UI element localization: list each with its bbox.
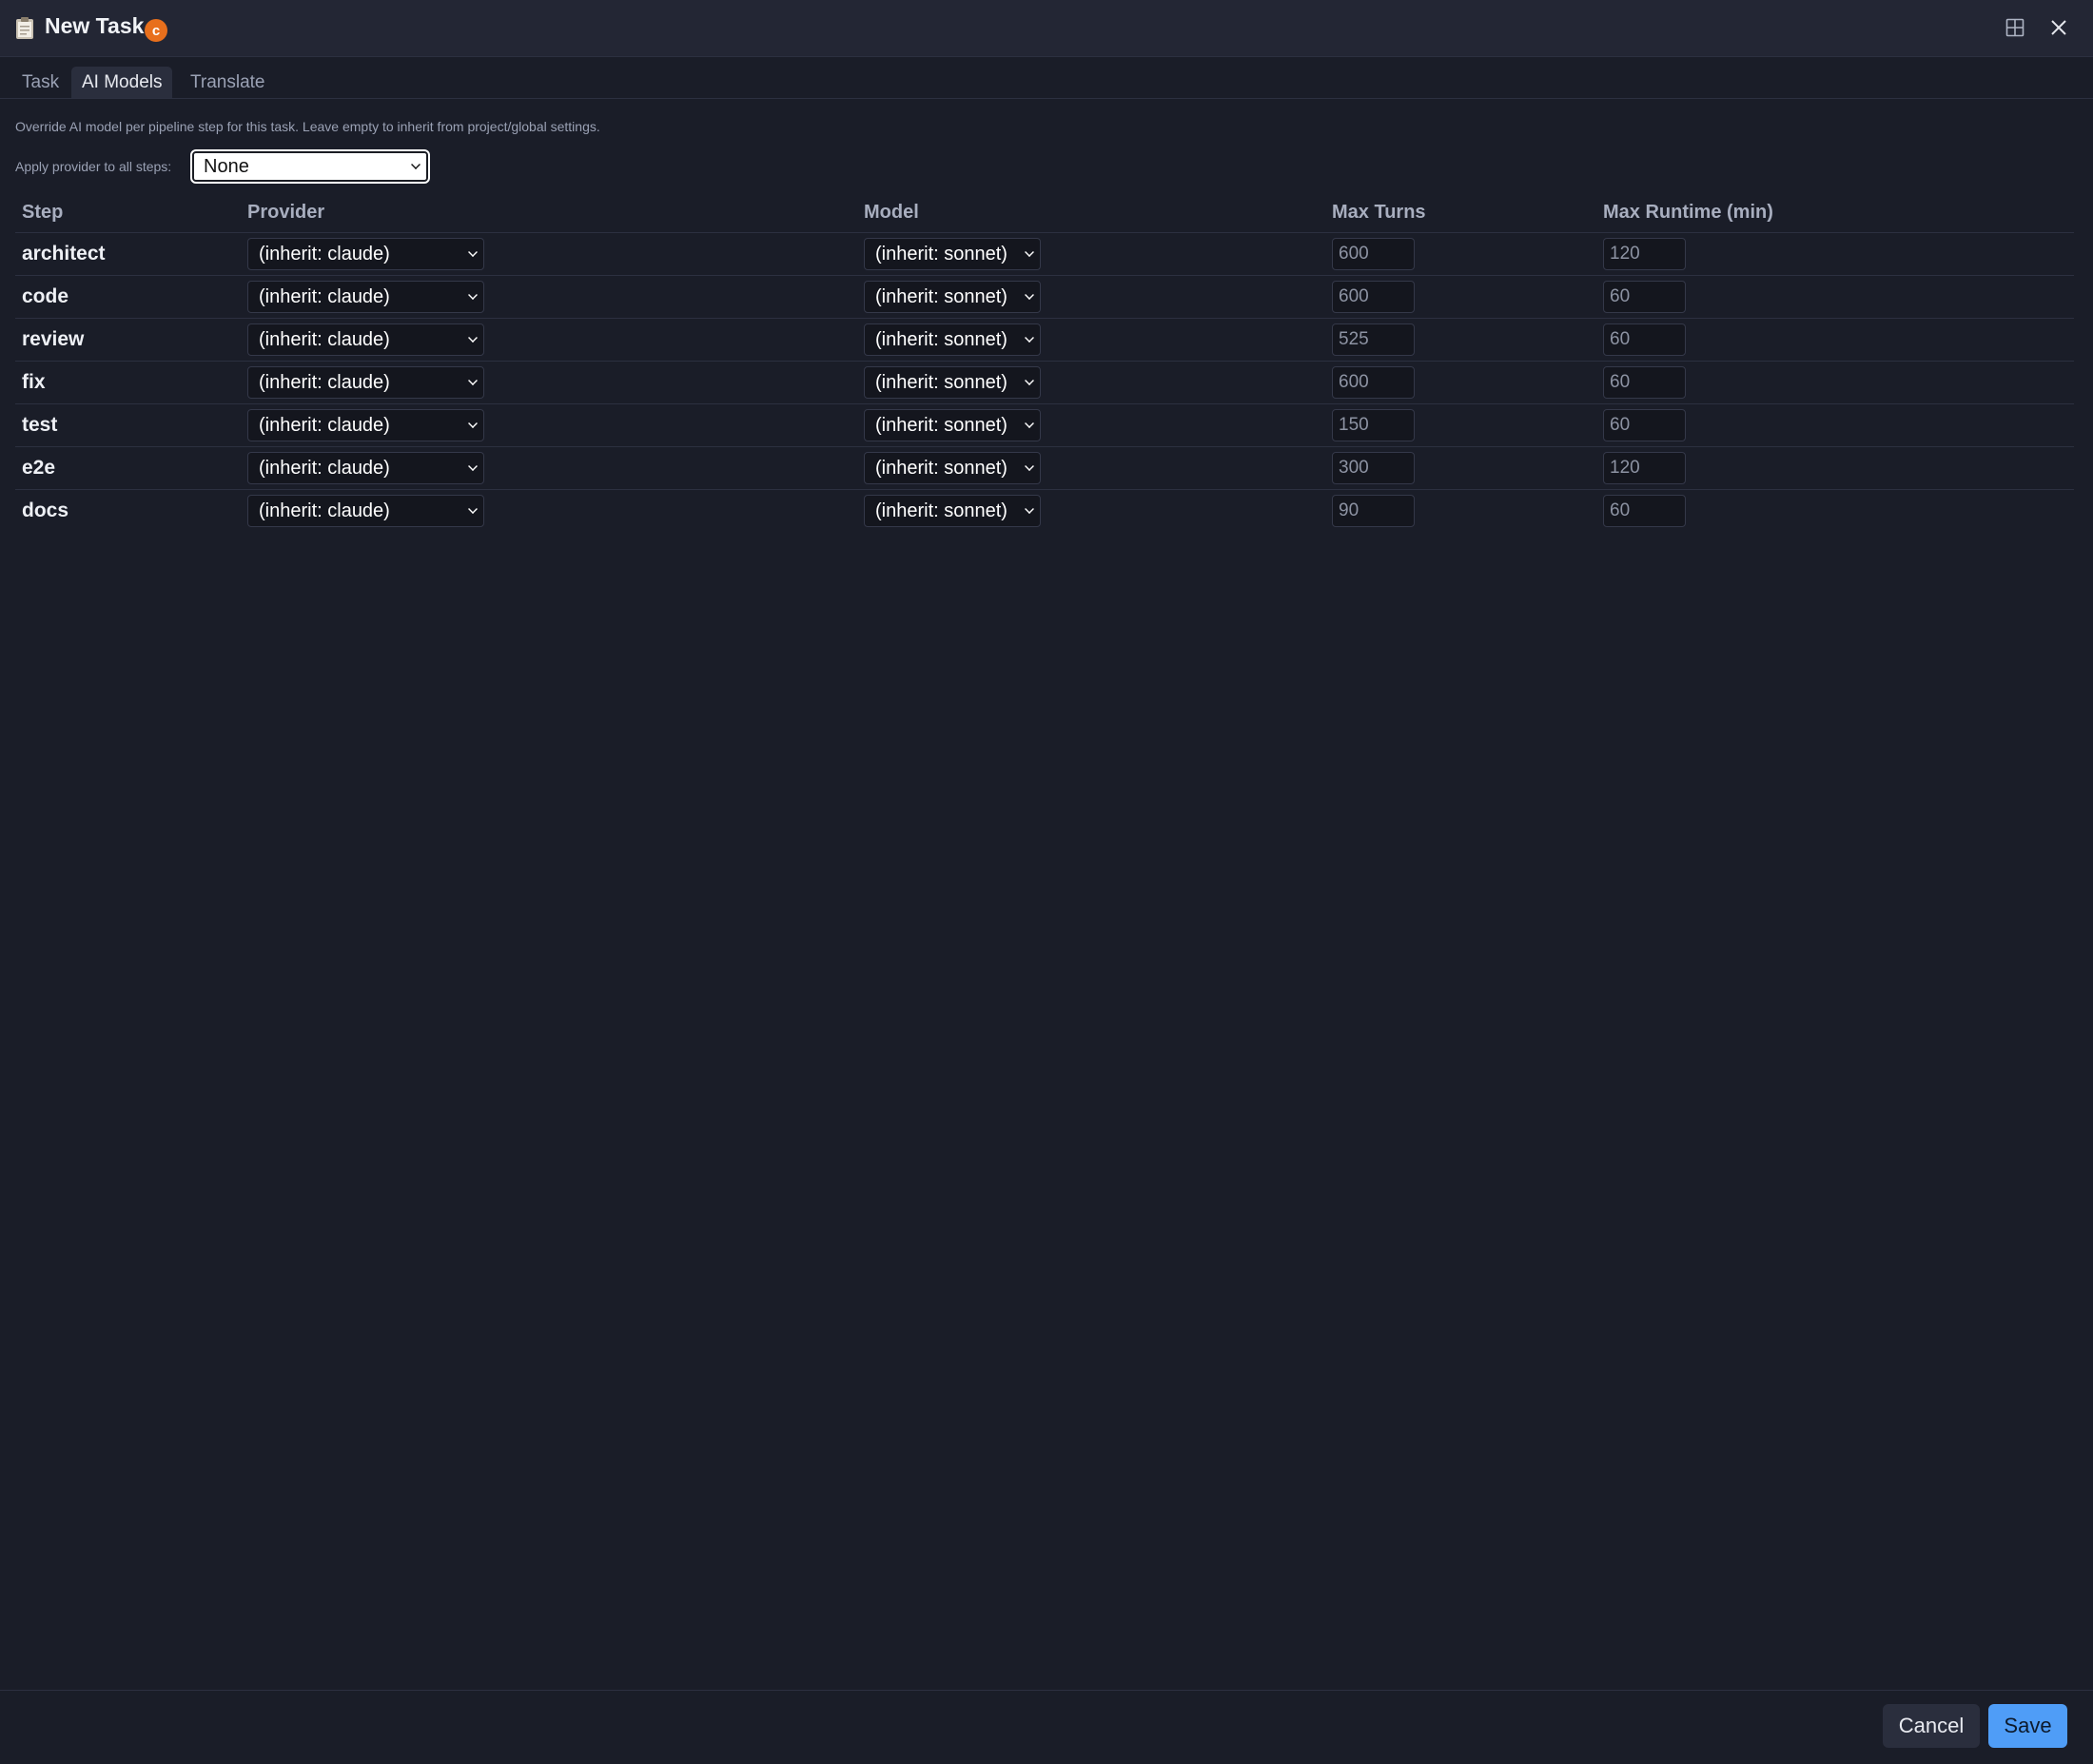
chevron-down-icon [1025, 418, 1034, 428]
model-value: (inherit: sonnet) [875, 328, 1007, 350]
chevron-down-icon [411, 160, 421, 169]
task-badge: c [145, 19, 167, 42]
tab-bar: Task AI Models Translate [0, 58, 2093, 99]
clipboard-icon [15, 16, 34, 40]
model-select[interactable]: (inherit: sonnet) [864, 408, 1041, 441]
close-button[interactable] [2042, 13, 2076, 46]
model-select[interactable]: (inherit: sonnet) [864, 494, 1041, 527]
model-select[interactable]: (inherit: sonnet) [864, 451, 1041, 484]
model-value: (inherit: sonnet) [875, 243, 1007, 265]
chevron-down-icon [1025, 289, 1034, 300]
provider-select[interactable]: (inherit: claude) [247, 280, 484, 313]
column-header-step: Step [15, 194, 241, 233]
model-value: (inherit: sonnet) [875, 371, 1007, 393]
step-name: e2e [22, 456, 56, 479]
chevron-down-icon [1025, 503, 1034, 514]
chevron-down-icon [1025, 332, 1034, 343]
chevron-down-icon [1025, 461, 1034, 471]
table-row: review (inherit: claude) (inherit: sonne… [15, 318, 2074, 362]
max-runtime-input[interactable]: 120 [1603, 237, 1686, 270]
table-row: docs (inherit: claude) (inherit: sonnet)… [15, 489, 2074, 532]
table-row: test (inherit: claude) (inherit: sonnet)… [15, 403, 2074, 447]
tab-ai-models[interactable]: AI Models [71, 67, 173, 98]
max-turns-input[interactable]: 150 [1332, 408, 1415, 441]
chevron-down-icon [468, 461, 478, 471]
max-runtime-input[interactable]: 60 [1603, 408, 1686, 441]
model-value: (inherit: sonnet) [875, 500, 1007, 521]
chevron-down-icon [468, 332, 478, 343]
provider-select[interactable]: (inherit: claude) [247, 494, 484, 527]
model-select[interactable]: (inherit: sonnet) [864, 365, 1041, 399]
provider-value: (inherit: claude) [259, 500, 390, 521]
override-hint: Override AI model per pipeline step for … [15, 119, 600, 134]
chevron-down-icon [1025, 246, 1034, 257]
layout-grid-icon [2005, 18, 2025, 42]
chevron-down-icon [468, 289, 478, 300]
provider-value: (inherit: claude) [259, 243, 390, 265]
model-value: (inherit: sonnet) [875, 285, 1007, 307]
column-header-model: Model [857, 194, 1325, 233]
max-turns-input[interactable]: 525 [1332, 323, 1415, 356]
window-title: New Task [45, 13, 145, 38]
table-header-row: Step Provider Model Max Turns Max Runtim… [15, 194, 2074, 233]
max-runtime-input[interactable]: 60 [1603, 365, 1686, 399]
dialog-footer: Cancel Save [0, 1690, 2093, 1764]
chevron-down-icon [468, 503, 478, 514]
provider-value: (inherit: claude) [259, 371, 390, 393]
model-value: (inherit: sonnet) [875, 414, 1007, 436]
close-icon [2050, 19, 2067, 41]
table-row: fix (inherit: claude) (inherit: sonnet) … [15, 361, 2074, 404]
chevron-down-icon [468, 375, 478, 385]
chevron-down-icon [1025, 375, 1034, 385]
model-value: (inherit: sonnet) [875, 457, 1007, 479]
column-header-provider: Provider [241, 194, 857, 233]
column-header-max-runtime: Max Runtime (min) [1596, 194, 2074, 233]
provider-select[interactable]: (inherit: claude) [247, 237, 484, 270]
max-turns-input[interactable]: 600 [1332, 237, 1415, 270]
step-name: review [22, 327, 85, 350]
cancel-button[interactable]: Cancel [1883, 1704, 1980, 1748]
step-name: architect [22, 242, 106, 265]
provider-select[interactable]: (inherit: claude) [247, 365, 484, 399]
provider-select[interactable]: (inherit: claude) [247, 323, 484, 356]
step-models-table: Step Provider Model Max Turns Max Runtim… [15, 194, 2074, 532]
tab-translate[interactable]: Translate [180, 67, 276, 98]
model-select[interactable]: (inherit: sonnet) [864, 280, 1041, 313]
provider-select[interactable]: (inherit: claude) [247, 408, 484, 441]
provider-value: (inherit: claude) [259, 285, 390, 307]
table-row: code (inherit: claude) (inherit: sonnet)… [15, 275, 2074, 319]
chevron-down-icon [468, 418, 478, 428]
chevron-down-icon [468, 246, 478, 257]
provider-select[interactable]: (inherit: claude) [247, 451, 484, 484]
provider-value: (inherit: claude) [259, 328, 390, 350]
apply-provider-label: Apply provider to all steps: [15, 159, 172, 174]
max-runtime-input[interactable]: 60 [1603, 494, 1686, 527]
max-turns-input[interactable]: 300 [1332, 451, 1415, 484]
provider-value: (inherit: claude) [259, 457, 390, 479]
save-button[interactable]: Save [1988, 1704, 2067, 1748]
max-runtime-input[interactable]: 120 [1603, 451, 1686, 484]
model-select[interactable]: (inherit: sonnet) [864, 323, 1041, 356]
max-runtime-input[interactable]: 60 [1603, 280, 1686, 313]
table-row: e2e (inherit: claude) (inherit: sonnet) … [15, 446, 2074, 490]
table-row: architect (inherit: claude) (inherit: so… [15, 232, 2074, 276]
provider-value: (inherit: claude) [259, 414, 390, 436]
max-turns-input[interactable]: 90 [1332, 494, 1415, 527]
model-select[interactable]: (inherit: sonnet) [864, 237, 1041, 270]
step-name: test [22, 413, 58, 436]
step-name: fix [22, 370, 46, 393]
layout-toggle-button[interactable] [1998, 13, 2032, 46]
step-name: code [22, 284, 69, 307]
column-header-max-turns: Max Turns [1325, 194, 1596, 233]
max-turns-input[interactable]: 600 [1332, 365, 1415, 399]
title-bar: New Task c [0, 0, 2093, 57]
tab-task[interactable]: Task [11, 67, 69, 98]
apply-provider-select[interactable]: None [190, 149, 430, 184]
apply-provider-value: None [204, 156, 249, 177]
max-runtime-input[interactable]: 60 [1603, 323, 1686, 356]
step-name: docs [22, 499, 69, 521]
max-turns-input[interactable]: 600 [1332, 280, 1415, 313]
